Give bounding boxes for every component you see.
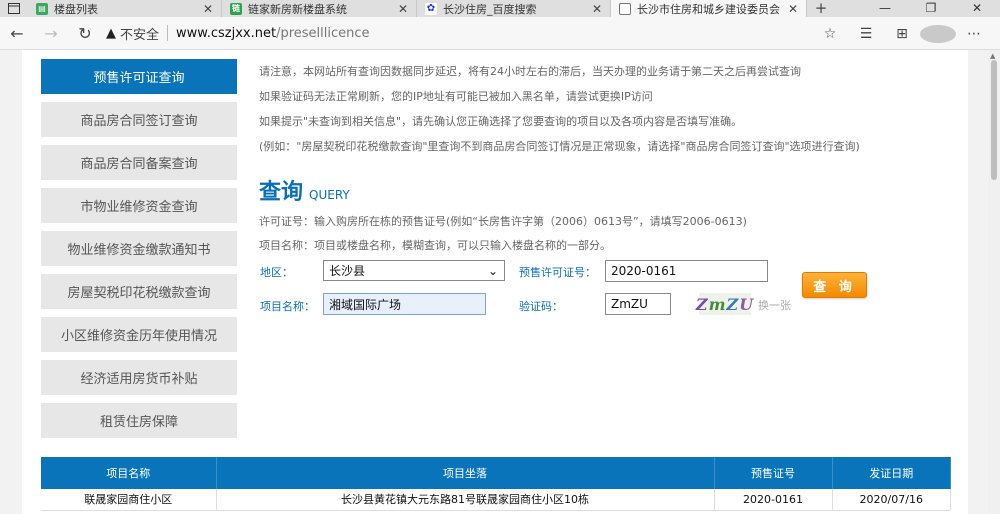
refresh-captcha-link[interactable]: 换一张 — [758, 297, 791, 313]
minimize-icon[interactable]: — — [862, 0, 908, 17]
column-header[interactable]: 发证日期 — [832, 457, 951, 489]
district-value: 长沙县 — [329, 264, 366, 278]
toolbar-icons: ☆ ☰ ⊞ ⋯ — [812, 17, 992, 50]
tab-1[interactable]: ▤ 楼盘列表 ✕ — [28, 0, 222, 17]
license-hint: 许可证号：输入购房所在栋的预售证号(例如“长房售许字第（2006）0613号”，… — [259, 215, 747, 228]
column-header[interactable]: 项目名称 — [41, 457, 217, 489]
url-path: /preselllicence — [276, 25, 370, 41]
scroll-up-icon[interactable]: ▲ — [990, 52, 995, 60]
favorite-star-icon[interactable]: ☆ — [812, 26, 848, 42]
column-header[interactable]: 预售证号 — [714, 457, 833, 489]
security-label[interactable]: 不安全 — [120, 24, 159, 43]
tab-title: 长沙市住房和城乡建设委员会 — [637, 2, 780, 16]
captcha-label: 验证码： — [519, 300, 563, 313]
warning-icon[interactable]: ▲ — [106, 26, 116, 41]
favorites-list-icon[interactable]: ☰ — [848, 26, 884, 42]
tab-title: 链家新房新楼盘系统 — [248, 2, 347, 16]
tab-title: 楼盘列表 — [54, 2, 98, 16]
notice-line: 如果提示"未查询到相关信息"，请先确认您正确选择了您要查询的项目以及各项内容是否… — [259, 115, 743, 128]
license-label: 预售许可证号： — [519, 266, 596, 279]
chevron-down-icon: ⌄ — [487, 263, 498, 278]
page-icon — [619, 2, 631, 15]
document-icon: ▤ — [36, 2, 48, 15]
tab-3[interactable]: ✿ 长沙住房_百度搜索 ✕ — [417, 0, 611, 17]
close-icon[interactable]: ✕ — [203, 2, 213, 16]
more-icon[interactable]: ⋯ — [956, 26, 992, 42]
address-bar: ← → ↻ ▲ 不安全 www.cszjxx.net/preselllicenc… — [0, 17, 1000, 50]
tab-actions-icon[interactable] — [0, 0, 28, 17]
page-content: 预售许可证查询 商品房合同签订查询 商品房合同备案查询 市物业维修资金查询 物业… — [22, 50, 968, 514]
sidebar-item-presale-license[interactable]: 预售许可证查询 — [41, 59, 237, 94]
project-hint: 项目名称：项目或楼盘名称，模糊查询，可以只输入楼盘名称的一部分。 — [259, 239, 611, 252]
sidebar-item-fund-usage[interactable]: 小区维修资金历年使用情况 — [41, 317, 237, 352]
captcha-image[interactable]: ZmZU — [696, 293, 753, 315]
new-tab-icon[interactable]: + — [807, 0, 835, 17]
reload-icon[interactable]: ↻ — [68, 24, 102, 43]
sidebar-item-housing-subsidy[interactable]: 经济适用房货币补贴 — [41, 360, 237, 395]
project-label: 项目名称： — [260, 300, 315, 313]
sidebar-item-contract-signing[interactable]: 商品房合同签订查询 — [41, 102, 237, 137]
close-icon[interactable]: ✕ — [592, 2, 602, 16]
url-field[interactable]: ▲ 不安全 www.cszjxx.net/preselllicence — [106, 21, 846, 46]
close-window-icon[interactable]: ✕ — [954, 0, 1000, 17]
tab-strip: ▤ 楼盘列表 ✕ 链 链家新房新楼盘系统 ✕ ✿ 长沙住房_百度搜索 ✕ 长沙市… — [0, 0, 1000, 17]
avatar[interactable] — [920, 24, 956, 43]
sidebar: 预售许可证查询 商品房合同签订查询 商品房合同备案查询 市物业维修资金查询 物业… — [41, 59, 237, 446]
forward-icon[interactable]: → — [34, 24, 68, 43]
scrollbar-thumb[interactable] — [991, 60, 997, 180]
license-number-cell: 2020-0161 — [714, 489, 833, 511]
query-title: 查询 — [259, 179, 304, 205]
sidebar-item-contract-filing[interactable]: 商品房合同备案查询 — [41, 145, 237, 180]
notice-line: (例如："房屋契税印花税缴款查询"里查询不到商品房合同签订情况是正常现象，请选择… — [259, 140, 860, 153]
captcha-input[interactable]: ZmZU — [605, 293, 671, 315]
sidebar-item-deed-tax[interactable]: 房屋契税印花税缴款查询 — [41, 274, 237, 309]
scrollbar[interactable]: ▲ — [988, 50, 1000, 514]
collections-icon[interactable]: ⊞ — [884, 26, 920, 42]
viewport: 预售许可证查询 商品房合同签订查询 商品房合同备案查询 市物业维修资金查询 物业… — [0, 50, 1000, 514]
baidu-icon: ✿ — [425, 2, 437, 15]
restore-icon[interactable]: ❐ — [908, 0, 954, 17]
window-controls: — ❐ ✕ — [862, 0, 1000, 17]
sidebar-item-fund-payment-notice[interactable]: 物业维修资金缴款通知书 — [41, 231, 237, 266]
sidebar-item-maintenance-fund[interactable]: 市物业维修资金查询 — [41, 188, 237, 223]
project-name-input[interactable]: 湘域国际广场 — [323, 293, 486, 315]
notice-line: 如果验证码无法正常刷新，您的IP地址有可能已被加入黑名单，请尝试更换IP访问 — [259, 90, 653, 103]
query-title-en: QUERY — [309, 188, 350, 202]
sidebar-item-rental-housing[interactable]: 租赁住房保障 — [41, 403, 237, 438]
district-label: 地区： — [260, 266, 293, 279]
tab-4-active[interactable]: 长沙市住房和城乡建设委员会 ✕ — [611, 0, 807, 17]
license-number-input[interactable]: 2020-0161 — [605, 260, 768, 282]
results-table: 项目名称 项目坐落 预售证号 发证日期 联晟家园商住小区 长沙县黄花镇大元东路8… — [41, 457, 951, 511]
district-select[interactable]: 长沙县 ⌄ — [323, 260, 505, 281]
tab-title: 长沙住房_百度搜索 — [443, 2, 537, 16]
table-row[interactable]: 联晟家园商住小区 长沙县黄花镇大元东路81号联晟家园商住小区10栋 2020-0… — [41, 489, 951, 511]
url-host: www.cszjxx.net — [176, 25, 277, 41]
tab-2[interactable]: 链 链家新房新楼盘系统 ✕ — [222, 0, 417, 17]
query-button[interactable]: 查 询 — [802, 272, 867, 298]
issue-date-cell: 2020/07/16 — [832, 489, 951, 511]
close-icon[interactable]: ✕ — [398, 2, 408, 16]
query-heading: 查询 QUERY — [259, 174, 350, 206]
table-header-row: 项目名称 项目坐落 预售证号 发证日期 — [41, 457, 951, 489]
notice-block: 请注意，本网站所有查询因数据同步延迟，将有24小时左右的滞后，当天办理的业务请于… — [259, 64, 959, 164]
project-name-cell: 联晟家园商住小区 — [41, 489, 217, 511]
divider — [167, 25, 169, 41]
close-icon[interactable]: ✕ — [788, 2, 798, 16]
column-header[interactable]: 项目坐落 — [216, 457, 715, 489]
project-location-cell: 长沙县黄花镇大元东路81号联晟家园商住小区10栋 — [216, 489, 715, 511]
back-icon[interactable]: ← — [0, 24, 34, 43]
lianjia-icon: 链 — [230, 2, 242, 15]
notice-line: 请注意，本网站所有查询因数据同步延迟，将有24小时左右的滞后，当天办理的业务请于… — [259, 65, 801, 78]
